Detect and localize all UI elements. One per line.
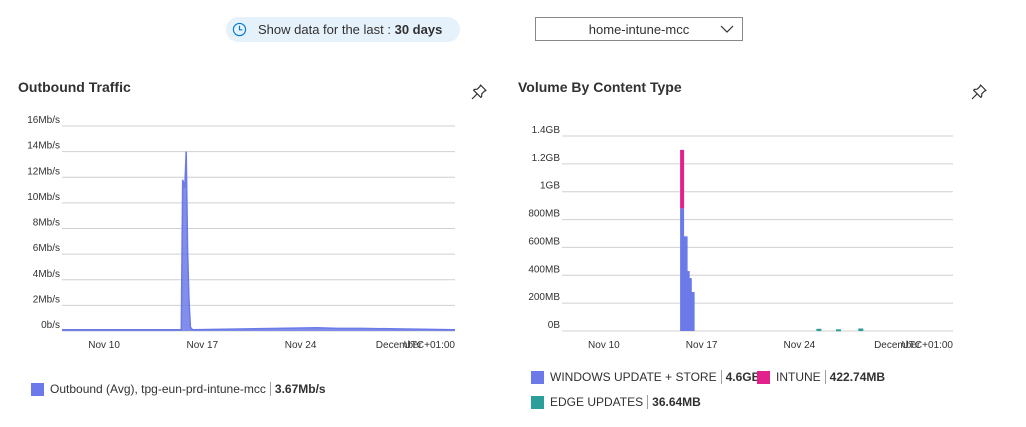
bar-segment-edge bbox=[836, 329, 841, 332]
y-tick-label: 800MB bbox=[528, 209, 560, 220]
pin-icon[interactable] bbox=[970, 83, 988, 101]
legend-label-intune: INTUNE bbox=[776, 370, 821, 384]
y-tick-label: 400MB bbox=[528, 264, 560, 275]
legend-separator bbox=[269, 382, 271, 396]
volume-legend-intune[interactable]: INTUNE 422.74MB bbox=[757, 370, 885, 384]
y-tick-label: 200MB bbox=[528, 292, 560, 303]
legend-swatch-windows bbox=[531, 370, 544, 384]
x-tick-label: Nov 10 bbox=[588, 340, 620, 351]
y-tick-label: 14Mb/s bbox=[27, 141, 60, 152]
chevron-down-icon bbox=[720, 25, 734, 33]
y-tick-label: 600MB bbox=[528, 236, 560, 247]
timezone-label: UTC+01:00 bbox=[902, 340, 954, 351]
y-tick-label: 4Mb/s bbox=[33, 269, 60, 280]
time-range-value: 30 days bbox=[394, 22, 443, 37]
legend-swatch-outbound bbox=[31, 382, 44, 396]
y-tick-label: 2Mb/s bbox=[33, 294, 60, 305]
cache-node-dropdown[interactable]: home-intune-mcc bbox=[535, 17, 743, 41]
bar-segment-edge bbox=[816, 328, 822, 331]
y-tick-label: 0B bbox=[548, 320, 561, 331]
time-range-prefix: Show data for the last : bbox=[258, 22, 391, 37]
series-line-outbound bbox=[62, 151, 456, 331]
legend-separator bbox=[647, 395, 649, 409]
y-tick-label: 16Mb/s bbox=[27, 115, 60, 126]
bar-segment-windows bbox=[690, 292, 695, 331]
legend-value-intune: 422.74MB bbox=[829, 370, 886, 384]
outbound-traffic-title: Outbound Traffic bbox=[18, 79, 131, 95]
legend-label-edge: EDGE UPDATES bbox=[550, 395, 644, 409]
x-tick-label: Nov 17 bbox=[686, 340, 718, 351]
y-tick-label: 1.4GB bbox=[532, 125, 561, 136]
volume-chart: 1.4GB 1.2GB 1GB 800MB 600MB 400MB 200MB 0B Nov 1… bbox=[528, 125, 954, 351]
x-tick-label: Nov 24 bbox=[285, 340, 317, 351]
timezone-label: UTC+01:00 bbox=[404, 340, 456, 351]
legend-label-outbound: Outbound (Avg), tpg-eun-prd-intune-mcc bbox=[50, 382, 266, 396]
legend-separator bbox=[720, 370, 722, 384]
x-tick-label: Nov 10 bbox=[88, 340, 120, 351]
legend-value-windows: 4.6GB bbox=[725, 370, 761, 384]
outbound-chart: 16Mb/s 14Mb/s 12Mb/s 10Mb/s 8Mb/s 6Mb/s 4Mb/s 2… bbox=[27, 115, 456, 351]
legend-swatch-edge bbox=[531, 395, 544, 409]
y-tick-label: 8Mb/s bbox=[33, 218, 60, 229]
legend-swatch-intune bbox=[757, 370, 770, 384]
legend-separator bbox=[824, 370, 826, 384]
bar-segment-intune bbox=[680, 149, 685, 209]
y-tick-label: 6Mb/s bbox=[33, 243, 60, 254]
bar-segment-windows bbox=[680, 208, 685, 331]
x-tick-label: Nov 24 bbox=[784, 340, 816, 351]
bar-segment-edge bbox=[858, 328, 864, 331]
dropdown-value: home-intune-mcc bbox=[588, 21, 690, 37]
outbound-legend[interactable]: Outbound (Avg), tpg-eun-prd-intune-mcc 3… bbox=[31, 382, 326, 396]
volume-by-content-title: Volume By Content Type bbox=[518, 79, 682, 95]
y-tick-label: 10Mb/s bbox=[27, 192, 60, 203]
legend-value-outbound: 3.67Mb/s bbox=[274, 382, 326, 396]
series-area-outbound bbox=[62, 151, 455, 331]
legend-value-edge: 36.64MB bbox=[652, 395, 701, 409]
time-range-selector[interactable]: Show data for the last : 30 days bbox=[226, 17, 460, 42]
x-tick-label: Nov 17 bbox=[187, 340, 219, 351]
y-tick-label: 12Mb/s bbox=[27, 166, 60, 177]
y-tick-label: 0b/s bbox=[41, 320, 60, 331]
pin-icon[interactable] bbox=[470, 83, 488, 101]
y-tick-label: 1GB bbox=[540, 181, 560, 192]
legend-label-windows: WINDOWS UPDATE + STORE bbox=[550, 370, 717, 384]
volume-legend-edge[interactable]: EDGE UPDATES 36.64MB bbox=[531, 395, 701, 409]
volume-legend-windows[interactable]: WINDOWS UPDATE + STORE 4.6GB bbox=[531, 370, 760, 384]
clock-icon bbox=[232, 22, 247, 37]
y-tick-label: 1.2GB bbox=[532, 153, 561, 164]
